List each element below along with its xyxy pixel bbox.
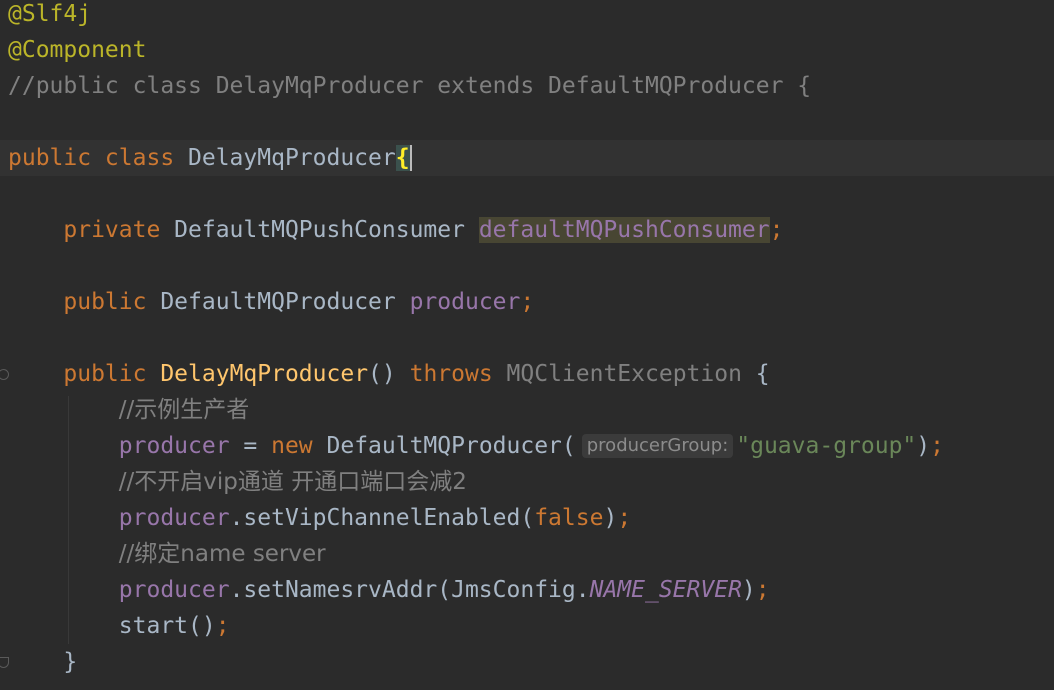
code-line-text: //public class DelayMqProducer extends D…: [8, 68, 811, 104]
token-keyword: public: [63, 361, 161, 387]
token-keyword: public: [63, 289, 161, 315]
token-keyword: ;: [520, 289, 535, 315]
code-line-text: }: [8, 644, 77, 680]
parameter-hint: producerGroup:: [581, 434, 734, 458]
highlighted-usage: defaultMQPushConsumer: [478, 217, 770, 243]
code-line-text: producer.setNamesrvAddr(JmsConfig.NAME_S…: [8, 572, 770, 608]
token-plain: DefaultMQPushConsumer: [174, 217, 479, 243]
code-line-text: start();: [8, 608, 230, 644]
code-line[interactable]: producer = new DefaultMQProducer(produce…: [0, 428, 1054, 464]
code-line[interactable]: public DelayMqProducer() throws MQClient…: [0, 356, 1054, 392]
token-method: DelayMqProducer: [160, 361, 369, 387]
token-annotation: @Component: [8, 37, 147, 63]
token-plain: ): [916, 433, 931, 459]
token-keyword: ;: [755, 577, 770, 603]
code-line[interactable]: public class DelayMqProducer{: [0, 140, 1054, 176]
code-line-text: producer = new DefaultMQProducer(produce…: [8, 428, 944, 464]
token-field: producer: [118, 433, 230, 459]
token-keyword: ;: [617, 505, 632, 531]
token-field: producer: [118, 577, 230, 603]
code-line[interactable]: public DefaultMQProducer producer;: [0, 284, 1054, 320]
code-line-text: public class DelayMqProducer{: [8, 140, 412, 176]
code-line-text: //示例生产者: [8, 392, 250, 428]
token-keyword: ;: [769, 217, 784, 243]
token-plain: }: [8, 649, 78, 675]
token-keyword: false: [534, 505, 604, 531]
code-line[interactable]: producer.setNamesrvAddr(JmsConfig.NAME_S…: [0, 572, 1054, 608]
token-plain: .setVipChannelEnabled(: [229, 505, 535, 531]
token-keyword: public class: [8, 145, 189, 171]
token-comment-cn: //不开启vip通道 开通口端口会减2: [118, 469, 467, 495]
code-line-text: public DelayMqProducer() throws MQClient…: [8, 356, 770, 392]
code-line-text: producer.setVipChannelEnabled(false);: [8, 500, 631, 536]
token-keyword: new: [271, 433, 327, 459]
code-line[interactable]: }: [0, 644, 1054, 680]
token-string: "guava-group": [736, 433, 917, 459]
code-line[interactable]: [0, 248, 1054, 284]
code-line[interactable]: //示例生产者: [0, 392, 1054, 428]
token-plain: .setNamesrvAddr(JmsConfig.: [229, 577, 590, 603]
code-line[interactable]: @Component: [0, 32, 1054, 68]
token-comment: //public class DelayMqProducer extends D…: [8, 73, 812, 99]
code-line-text: @Component: [8, 32, 146, 68]
matched-brace: {: [395, 145, 412, 171]
token-keyword: throws: [409, 361, 507, 387]
token-const: NAME_SERVER: [589, 577, 742, 603]
code-line-text: //不开启vip通道 开通口端口会减2: [8, 464, 467, 500]
token-comment-cn: //示例生产者: [118, 397, 250, 423]
code-editor[interactable]: @Slf4j @Component //public class DelayMqPr…: [0, 0, 1054, 690]
token-plain: DelayMqProducer: [188, 145, 396, 171]
code-line[interactable]: //不开启vip通道 开通口端口会减2: [0, 464, 1054, 500]
code-line-text: private DefaultMQPushConsumer defaultMQP…: [8, 212, 783, 248]
token-plain: DefaultMQProducer: [160, 289, 410, 315]
token-keyword: ;: [930, 433, 944, 459]
token-plain: =: [229, 433, 272, 459]
token-plain: {: [755, 361, 770, 387]
token-field: producer: [118, 505, 230, 531]
code-line[interactable]: //绑定name server: [0, 536, 1054, 572]
code-line-text: public DefaultMQProducer producer;: [8, 284, 534, 320]
token-keyword: private: [63, 217, 175, 243]
code-line[interactable]: //public class DelayMqProducer extends D…: [0, 68, 1054, 104]
token-comment-cn: //绑定name server: [118, 541, 326, 567]
code-line[interactable]: @Slf4j: [0, 0, 1054, 32]
code-line-text: @Slf4j: [8, 0, 91, 32]
token-plain: start(): [118, 613, 216, 639]
token-field: producer: [409, 289, 521, 315]
token-keyword: ;: [215, 613, 230, 639]
code-line[interactable]: start();: [0, 608, 1054, 644]
code-line[interactable]: private DefaultMQPushConsumer defaultMQP…: [0, 212, 1054, 248]
code-line[interactable]: [0, 320, 1054, 356]
code-line[interactable]: [0, 104, 1054, 140]
token-plain: DefaultMQProducer(: [326, 433, 576, 459]
code-line-text: //绑定name server: [8, 536, 326, 572]
token-plain: (): [368, 361, 410, 387]
code-line[interactable]: [0, 176, 1054, 212]
code-line[interactable]: producer.setVipChannelEnabled(false);: [0, 500, 1054, 536]
token-plain: ): [603, 505, 618, 531]
token-dim: MQClientException: [506, 361, 756, 387]
token-plain: ): [741, 577, 756, 603]
token-annotation: @Slf4j: [8, 1, 92, 27]
